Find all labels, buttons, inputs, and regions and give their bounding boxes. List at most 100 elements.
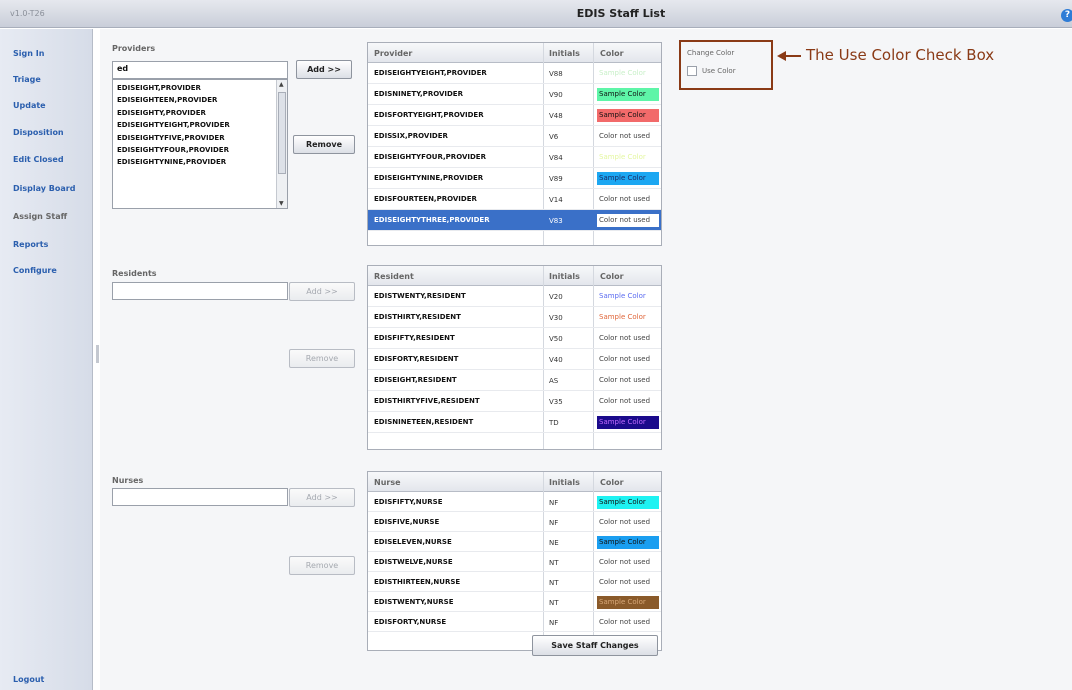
sidebar-item-reports[interactable]: Reports — [13, 240, 48, 249]
column-header-nurse[interactable]: Nurse — [374, 478, 401, 487]
sidebar-item-sign-in[interactable]: Sign In — [13, 49, 44, 58]
table-row[interactable]: EDISTHIRTEEN,NURSE NT Color not used — [368, 572, 661, 592]
color-swatch[interactable]: Sample Color — [597, 172, 659, 185]
residents-search-input[interactable] — [112, 282, 288, 300]
sidebar-item-disposition[interactable]: Disposition — [13, 128, 64, 137]
use-color-checkbox[interactable] — [687, 66, 697, 76]
table-row[interactable]: EDISTWELVE,NURSE NT Color not used — [368, 552, 661, 572]
initials-cell: V88 — [549, 70, 563, 78]
color-swatch[interactable]: Sample Color — [597, 67, 659, 80]
help-icon[interactable]: ? — [1061, 9, 1072, 22]
nurses-add-button[interactable]: Add >> — [289, 488, 355, 507]
table-row[interactable]: EDISNINETEEN,RESIDENT TD Sample Color — [368, 412, 661, 433]
color-swatch[interactable]: Color not used — [597, 576, 659, 589]
table-row[interactable]: EDISEIGHTYEIGHT,PROVIDER V88 Sample Color — [368, 63, 661, 84]
color-swatch[interactable]: Color not used — [597, 374, 659, 387]
table-row[interactable]: EDISSIX,PROVIDER V6 Color not used — [368, 126, 661, 147]
table-row[interactable]: EDISFIFTY,NURSE NF Sample Color — [368, 492, 661, 512]
list-item[interactable]: EDISEIGHTYNINE,PROVIDER — [117, 158, 226, 166]
sidebar-item-edit-closed[interactable]: Edit Closed — [13, 155, 64, 164]
column-header-initials[interactable]: Initials — [549, 49, 580, 58]
scroll-down-icon[interactable]: ▼ — [279, 200, 284, 207]
table-row[interactable]: EDISELEVEN,NURSE NE Sample Color — [368, 532, 661, 552]
nurses-table: Nurse Initials Color EDISFIFTY,NURSE NF Sa… — [367, 471, 662, 651]
column-header-provider[interactable]: Provider — [374, 49, 412, 58]
color-swatch[interactable]: Color not used — [597, 332, 659, 345]
list-item[interactable]: EDISEIGHTYFIVE,PROVIDER — [117, 134, 225, 142]
callout-line — [784, 55, 801, 57]
staff-name-cell: EDISFOURTEEN,PROVIDER — [374, 195, 477, 203]
nurses-label: Nurses — [112, 476, 144, 485]
sidebar-item-assign-staff[interactable]: Assign Staff — [13, 212, 67, 221]
color-swatch[interactable]: Color not used — [597, 556, 659, 569]
color-swatch[interactable]: Sample Color — [597, 290, 659, 303]
table-row[interactable]: EDISEIGHTYFOUR,PROVIDER V84 Sample Color — [368, 147, 661, 168]
list-item[interactable]: EDISEIGHTYFOUR,PROVIDER — [117, 146, 229, 154]
title-bar: v1.0-T26 EDIS Staff List ? — [0, 0, 1072, 28]
color-swatch[interactable]: Sample Color — [597, 536, 659, 549]
list-item[interactable]: EDISEIGHTEEN,PROVIDER — [117, 96, 217, 104]
color-swatch[interactable]: Sample Color — [597, 88, 659, 101]
table-row[interactable]: EDISEIGHT,RESIDENT AS Color not used — [368, 370, 661, 391]
table-row[interactable]: EDISFOURTEEN,PROVIDER V14 Color not used — [368, 189, 661, 210]
list-item[interactable]: EDISEIGHTY,PROVIDER — [117, 109, 206, 117]
sidebar-item-configure[interactable]: Configure — [13, 266, 57, 275]
color-swatch[interactable]: Sample Color — [597, 496, 659, 509]
column-header-initials[interactable]: Initials — [549, 272, 580, 281]
use-color-label[interactable]: Use Color — [702, 67, 736, 75]
initials-cell: TD — [549, 419, 559, 427]
table-row[interactable]: EDISTHIRTYFIVE,RESIDENT V35 Color not used — [368, 391, 661, 412]
column-header-color[interactable]: Color — [600, 49, 624, 58]
nurses-search-input[interactable] — [112, 488, 288, 506]
providers-remove-button[interactable]: Remove — [293, 135, 355, 154]
table-row[interactable]: EDISFORTYEIGHT,PROVIDER V48 Sample Color — [368, 105, 661, 126]
color-swatch[interactable]: Color not used — [597, 516, 659, 529]
color-swatch[interactable]: Color not used — [597, 214, 659, 227]
residents-remove-button[interactable]: Remove — [289, 349, 355, 368]
initials-cell: V48 — [549, 112, 563, 120]
column-header-color[interactable]: Color — [600, 478, 624, 487]
providers-add-button[interactable]: Add >> — [296, 60, 352, 79]
table-row[interactable]: EDISEIGHTYNINE,PROVIDER V89 Sample Color — [368, 168, 661, 189]
color-swatch[interactable]: Sample Color — [597, 311, 659, 324]
list-item[interactable]: EDISEIGHTYEIGHT,PROVIDER — [117, 121, 230, 129]
providers-listbox[interactable]: EDISEIGHT,PROVIDER EDISEIGHTEEN,PROVIDER… — [112, 79, 288, 209]
color-swatch[interactable]: Color not used — [597, 353, 659, 366]
nurses-remove-button[interactable]: Remove — [289, 556, 355, 575]
table-row[interactable]: EDISFORTY,RESIDENT V40 Color not used — [368, 349, 661, 370]
providers-list-scrollbar[interactable]: ▲ ▼ — [276, 80, 287, 208]
table-row[interactable]: EDISTWENTY,RESIDENT V20 Sample Color — [368, 286, 661, 307]
color-swatch[interactable]: Color not used — [597, 193, 659, 206]
sidebar-item-display-board[interactable]: Display Board — [13, 184, 75, 193]
providers-search-input[interactable]: ed — [112, 61, 288, 79]
table-row[interactable]: EDISFORTY,NURSE NF Color not used — [368, 612, 661, 632]
color-swatch[interactable]: Sample Color — [597, 416, 659, 429]
table-row[interactable]: EDISFIVE,NURSE NF Color not used — [368, 512, 661, 532]
column-header-initials[interactable]: Initials — [549, 478, 580, 487]
sidebar-splitter[interactable] — [96, 345, 99, 363]
residents-add-button[interactable]: Add >> — [289, 282, 355, 301]
color-swatch[interactable]: Sample Color — [597, 596, 659, 609]
logout-link[interactable]: Logout — [13, 675, 44, 684]
table-row[interactable]: EDISTWENTY,NURSE NT Sample Color — [368, 592, 661, 612]
column-header-resident[interactable]: Resident — [374, 272, 414, 281]
sidebar-item-triage[interactable]: Triage — [13, 75, 41, 84]
scroll-up-icon[interactable]: ▲ — [279, 81, 284, 88]
callout-arrow-icon — [777, 51, 786, 61]
table-row[interactable]: EDISFIFTY,RESIDENT V50 Color not used — [368, 328, 661, 349]
table-row[interactable]: EDISEIGHTYTHREE,PROVIDER V83 Color not use… — [368, 210, 661, 231]
color-swatch[interactable]: Sample Color — [597, 109, 659, 122]
list-item[interactable]: EDISEIGHT,PROVIDER — [117, 84, 201, 92]
color-swatch[interactable]: Color not used — [597, 130, 659, 143]
save-staff-changes-button[interactable]: Save Staff Changes — [532, 635, 658, 656]
column-header-color[interactable]: Color — [600, 272, 624, 281]
table-row[interactable]: EDISTHIRTY,RESIDENT V30 Sample Color — [368, 307, 661, 328]
sidebar-item-update[interactable]: Update — [13, 101, 46, 110]
table-header: Nurse Initials Color — [368, 472, 661, 492]
color-swatch[interactable]: Color not used — [597, 616, 659, 629]
initials-cell: AS — [549, 377, 559, 385]
scroll-thumb[interactable] — [278, 92, 286, 174]
table-row[interactable]: EDISNINETY,PROVIDER V90 Sample Color — [368, 84, 661, 105]
color-swatch[interactable]: Color not used — [597, 395, 659, 408]
color-swatch[interactable]: Sample Color — [597, 151, 659, 164]
